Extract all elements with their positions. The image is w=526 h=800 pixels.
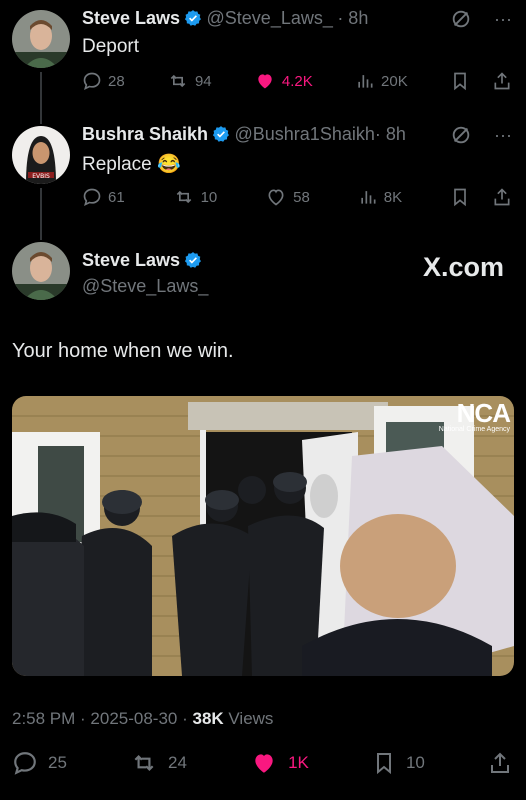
tweet1-actions: 28 94 4.2K 20K	[82, 70, 512, 92]
views-label: Views	[223, 709, 274, 728]
thread-line	[40, 72, 42, 124]
views-button[interactable]: 20K	[355, 71, 408, 91]
retweet-count: 10	[200, 188, 218, 206]
xcom-brand: X.com	[422, 252, 504, 282]
svg-text:EVBIS: EVBIS	[32, 173, 50, 180]
grok-icon[interactable]	[450, 124, 472, 146]
heart-filled-icon	[255, 754, 273, 773]
verified-badge-icon	[212, 126, 229, 142]
bookmark-icon	[376, 753, 391, 775]
retweet-icon	[134, 754, 154, 772]
tweet1-right-actions	[450, 70, 512, 92]
reply-icon	[83, 188, 101, 207]
tweet-time[interactable]: · 8h	[337, 8, 368, 28]
views-button[interactable]: 8K	[358, 187, 402, 207]
main-tweet-text: Your home when we win.	[12, 340, 234, 362]
views-count: 8K	[383, 188, 403, 206]
author-handle[interactable]: @Bushra1Shaikh	[235, 124, 375, 144]
author-name[interactable]: Steve Laws	[82, 250, 180, 270]
bookmark-icon[interactable]	[450, 70, 470, 92]
bookmark-count: 10	[405, 753, 425, 772]
retweet-icon	[170, 74, 186, 88]
retweet-button[interactable]: 10	[173, 187, 218, 207]
tweet-time[interactable]: · 8h	[375, 124, 406, 144]
author-handle[interactable]: @Steve_Laws_	[207, 8, 333, 28]
retweet-button[interactable]: 24	[130, 750, 187, 776]
like-button[interactable]: 1K	[250, 750, 309, 776]
grok-icon[interactable]	[450, 8, 472, 30]
retweet-count: 94	[194, 72, 212, 90]
like-count: 4.2K	[281, 72, 313, 90]
like-count: 1K	[288, 753, 309, 772]
reply-count: 61	[108, 188, 125, 206]
reply-button[interactable]: 25	[12, 750, 67, 776]
reply-count: 25	[48, 753, 67, 772]
share-icon[interactable]	[492, 186, 512, 208]
author-name[interactable]: Steve Laws	[82, 8, 180, 28]
author-handle[interactable]: @Steve_Laws_	[82, 276, 208, 297]
reply-icon	[83, 72, 101, 91]
share-button[interactable]	[488, 750, 512, 776]
share-icon	[491, 752, 509, 773]
tweet-meta: 2:58 PM · 2025-08-30 · 38K Views	[12, 709, 273, 729]
views-icon	[361, 191, 376, 204]
retweet-icon	[176, 190, 191, 204]
reply-button[interactable]: 61	[82, 187, 125, 207]
views-total: 38K	[192, 709, 224, 728]
retweet-count: 24	[168, 753, 187, 772]
retweet-button[interactable]: 94	[167, 71, 212, 91]
tweet-timestamp[interactable]: 2:58 PM · 2025-08-30 ·	[12, 709, 192, 728]
avatar-steve[interactable]	[12, 10, 70, 68]
share-icon[interactable]	[492, 70, 512, 92]
main-author-name-row: Steve Laws	[82, 250, 202, 271]
tweet-media-video[interactable]: NCA National Crime Agency	[12, 396, 514, 676]
views-icon	[358, 75, 373, 88]
reply-icon	[14, 752, 36, 775]
tweet2-right-actions	[450, 186, 512, 208]
avatar-steve-main[interactable]	[12, 242, 70, 300]
more-options-icon[interactable]: ···	[494, 125, 512, 146]
like-count: 58	[293, 188, 310, 206]
author-name[interactable]: Bushra Shaikh	[82, 124, 208, 144]
nca-logo: NCA	[456, 398, 511, 428]
tweet1-header: Steve Laws @Steve_Laws_ · 8h	[82, 8, 368, 29]
tweet-text: Replace 😂	[82, 154, 181, 175]
reply-button[interactable]: 28	[82, 71, 125, 91]
tweet-text: Deport	[82, 36, 140, 57]
tweet2-actions: 61 10 58 8K	[82, 186, 512, 208]
bookmark-icon[interactable]	[450, 186, 470, 208]
like-button[interactable]: 4.2K	[254, 71, 313, 91]
main-actions: 25 24 1K 10	[12, 750, 512, 776]
heart-filled-icon	[258, 74, 272, 89]
nca-logo-subtitle: National Crime Agency	[438, 426, 510, 433]
thread-line	[40, 188, 42, 240]
verified-badge-icon	[184, 252, 202, 268]
tweet2-topright: ···	[450, 124, 512, 146]
tweet1-topright: ···	[450, 8, 512, 30]
views-count: 20K	[381, 72, 408, 90]
more-options-icon[interactable]: ···	[494, 9, 512, 30]
bookmark-button[interactable]: 10	[372, 750, 425, 776]
verified-badge-icon	[184, 10, 202, 26]
media-scene	[12, 396, 514, 676]
avatar-bushra[interactable]: EVBIS	[12, 126, 70, 184]
reply-count: 28	[108, 72, 125, 90]
like-button[interactable]: 58	[265, 187, 310, 207]
tweet2-header: Bushra Shaikh @Bushra1Shaikh· 8h	[82, 124, 406, 145]
heart-icon	[268, 189, 284, 206]
nca-watermark: NCA National Crime Agency	[438, 398, 511, 433]
